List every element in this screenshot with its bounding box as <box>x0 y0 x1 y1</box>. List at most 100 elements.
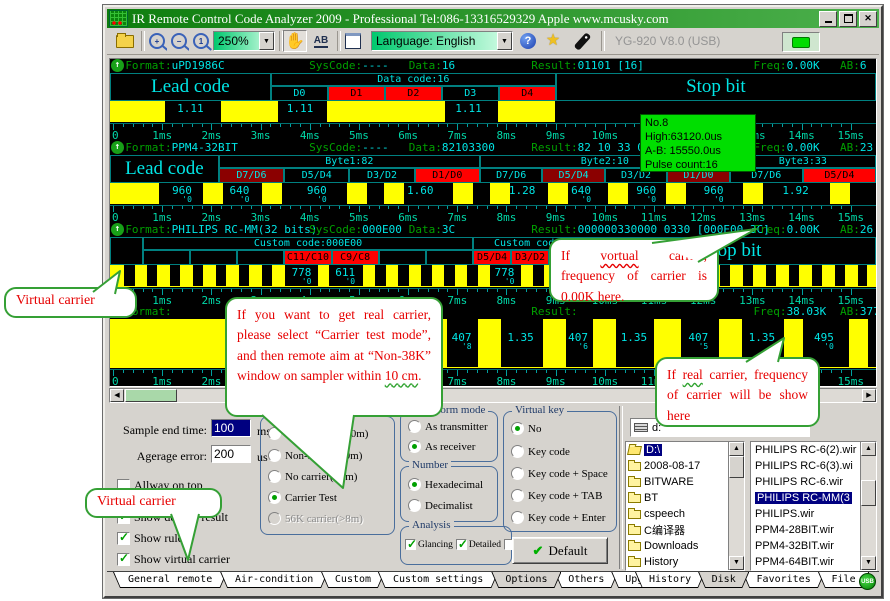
radio-key-code-tab[interactable]: Key code + TAB <box>511 489 602 502</box>
file-item[interactable]: PHILIPS.wir <box>751 506 876 522</box>
radio-key-code-space[interactable]: Key code + Space <box>511 467 608 480</box>
tab-favorites[interactable]: Favorites <box>742 572 825 588</box>
checkbox-icon[interactable] <box>117 532 130 545</box>
default-button[interactable]: ✔ Default <box>512 537 608 564</box>
measure-ab-button[interactable]: AB <box>309 30 333 52</box>
chevron-down-icon[interactable]: ▼ <box>259 32 274 50</box>
folder-item[interactable]: History <box>626 554 744 570</box>
checkbox-show-virtual-carrier[interactable]: Show virtual carrier <box>117 552 230 567</box>
radio-key-code[interactable]: Key code <box>511 445 570 458</box>
scroll-up-arrow-icon[interactable]: ▲ <box>729 442 744 456</box>
scroll-down-arrow-icon[interactable]: ▼ <box>729 556 744 570</box>
pan-tool-button[interactable]: ✋ <box>283 30 307 52</box>
tab-custom[interactable]: Custom <box>321 572 385 588</box>
radio-no[interactable]: No <box>511 422 541 435</box>
file-item[interactable]: PHILIPS RC-6(2).wir <box>751 442 876 458</box>
radio-icon[interactable] <box>268 470 281 483</box>
file-item[interactable]: PPM4-28BIT.wir <box>751 522 876 538</box>
zoom-in-button[interactable]: + <box>145 30 169 52</box>
radio-icon[interactable] <box>511 445 524 458</box>
checkbox-icon[interactable] <box>405 539 416 550</box>
radio-icon[interactable] <box>408 420 421 433</box>
radio-icon[interactable] <box>268 512 281 525</box>
language-select[interactable]: Language: English ▼ <box>371 31 513 51</box>
maximize-button[interactable] <box>839 11 857 27</box>
radio-icon[interactable] <box>268 427 281 440</box>
analysis-check-detailed[interactable]: Detailed <box>456 539 501 550</box>
radio-no-carrier-1m-[interactable]: No carrier(<1m) <box>268 470 357 483</box>
remote-button[interactable] <box>569 30 595 52</box>
agerage-error-input[interactable] <box>211 445 251 463</box>
file-list[interactable]: PHILIPS RC-6(2).wirPHILIPS RC-6(3).wiPHI… <box>750 441 877 571</box>
folder-item[interactable]: BITWARE <box>626 474 744 490</box>
zoom-out-button[interactable]: − <box>167 30 191 52</box>
tab-history[interactable]: History <box>635 572 705 588</box>
scrollbar-thumb[interactable] <box>125 389 177 402</box>
up-arrow-icon[interactable]: ↑ <box>111 59 124 72</box>
radio-icon[interactable] <box>268 449 281 462</box>
radio-icon[interactable] <box>268 491 281 504</box>
tab-air-condition[interactable]: Air-condition <box>220 572 328 588</box>
folder-list[interactable]: D:\2008-08-17BITWAREBTcspeechC编译器Downloa… <box>625 441 745 571</box>
analysis-check-glancing[interactable]: Glancing <box>405 539 453 550</box>
file-item[interactable]: PPM4-64BIT.wir <box>751 554 876 570</box>
tab-others[interactable]: Others <box>554 572 618 588</box>
folder-item[interactable]: BT <box>626 490 744 506</box>
help-button[interactable]: ? <box>517 30 539 52</box>
radio-as-transmitter[interactable]: As transmitter <box>408 420 488 433</box>
folder-item[interactable]: D:\ <box>626 442 744 458</box>
scroll-down-arrow-icon[interactable]: ▼ <box>861 556 876 570</box>
file-item[interactable]: PPM4-32BIT.wir <box>751 538 876 554</box>
folder-item[interactable]: Downloads <box>626 538 744 554</box>
open-file-button[interactable] <box>113 30 137 52</box>
zoom-reset-button[interactable]: 1 <box>189 30 213 52</box>
radio-non-38k-10m-[interactable]: Non-38K (<10m) <box>268 449 362 462</box>
radio-icon[interactable] <box>511 489 524 502</box>
up-arrow-icon[interactable]: ↑ <box>111 223 124 236</box>
tab-disk[interactable]: Disk <box>698 572 749 588</box>
tab-custom-settings[interactable]: Custom settings <box>378 572 499 588</box>
minimize-button[interactable] <box>819 11 837 27</box>
up-arrow-icon[interactable]: ↑ <box>111 141 124 154</box>
file-name: PHILIPS.wir <box>755 508 814 520</box>
chevron-down-icon[interactable]: ▼ <box>497 32 512 50</box>
radio-carrier-test[interactable]: Carrier Test <box>268 491 337 504</box>
radio-56k-carrier-8m-[interactable]: 56K carrier(>8m) <box>268 512 363 525</box>
file-item[interactable]: PHILIPS RC-6(3).wi <box>751 458 876 474</box>
checkbox-show-ruler[interactable]: Show ruler <box>117 531 187 546</box>
sample-end-time-input[interactable] <box>211 419 251 437</box>
window-view-button[interactable] <box>341 30 365 52</box>
folder-item[interactable]: cspeech <box>626 506 744 522</box>
radio-icon[interactable] <box>511 422 524 435</box>
radio-key-code-enter[interactable]: Key code + Enter <box>511 511 605 524</box>
scroll-left-arrow-icon[interactable]: ◀ <box>110 389 124 402</box>
radio-38k-carrier-10m-[interactable]: 38K carrier(>10m) <box>268 427 368 440</box>
tab-options[interactable]: Options <box>491 572 561 588</box>
radio-icon[interactable] <box>511 467 524 480</box>
radio-hexadecimal[interactable]: Hexadecimal <box>408 478 483 491</box>
checkbox-icon[interactable] <box>117 553 130 566</box>
zoom-level-select[interactable]: 250% ▼ <box>213 31 275 51</box>
title-bar[interactable]: IR Remote Control Code Analyzer 2009 - P… <box>107 9 879 28</box>
file-item[interactable]: PHILIPS RC-6.wir <box>751 474 876 490</box>
radio-icon[interactable] <box>408 478 421 491</box>
file-item[interactable]: PHILIPS RC-MM(3 <box>751 490 876 506</box>
folder-scrollbar[interactable]: ▲ ▼ <box>728 442 744 570</box>
scroll-up-arrow-icon[interactable]: ▲ <box>861 442 876 456</box>
info-value: 377 <box>860 305 876 318</box>
close-button[interactable]: ✕ <box>859 11 877 27</box>
radio-decimalist[interactable]: Decimalist <box>408 499 473 512</box>
folder-item[interactable]: C编译器 <box>626 522 744 538</box>
scrollbar-thumb[interactable] <box>861 480 876 506</box>
favorites-button[interactable]: ★ <box>541 30 565 52</box>
checkbox-icon[interactable] <box>456 539 467 550</box>
tab-general-remote[interactable]: General remote <box>113 572 227 588</box>
radio-icon[interactable] <box>511 511 524 524</box>
scrollbar-thumb[interactable] <box>729 456 744 478</box>
radio-as-receiver[interactable]: As receiver <box>408 440 475 453</box>
file-scrollbar[interactable]: ▲ ▼ <box>860 442 876 570</box>
folder-item[interactable]: 2008-08-17 <box>626 458 744 474</box>
radio-icon[interactable] <box>408 440 421 453</box>
scroll-right-arrow-icon[interactable]: ▶ <box>862 389 876 402</box>
radio-icon[interactable] <box>408 499 421 512</box>
